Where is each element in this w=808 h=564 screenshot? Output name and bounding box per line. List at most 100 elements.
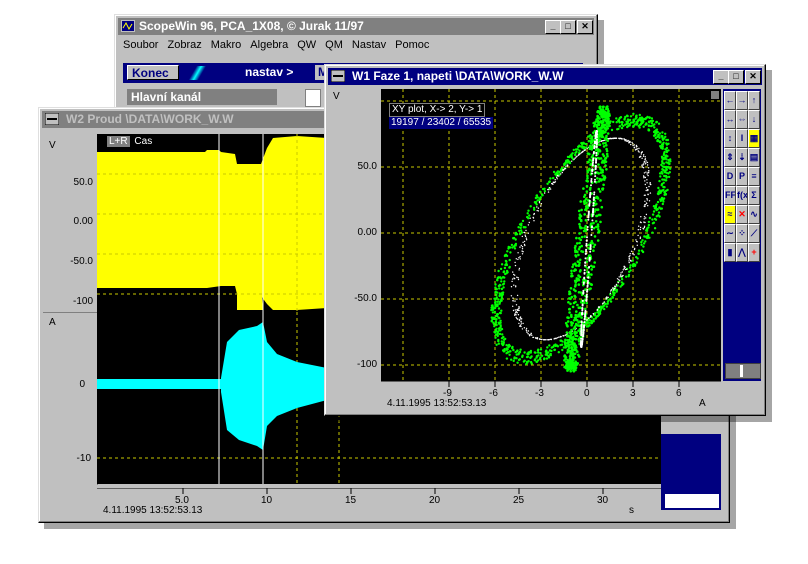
xy-point [590,178,593,180]
wave-yellow-icon[interactable]: ≈ [724,205,736,224]
xy-point [539,196,542,199]
xy-point [514,300,516,302]
menu-zobraz[interactable]: Zobraz [163,37,206,51]
xy-point [594,175,597,178]
xy-point [576,319,579,322]
xy-point [597,143,601,146]
channel-field[interactable] [305,89,321,107]
xy-point [516,294,519,297]
arrow-down-icon[interactable]: ↓ [748,110,760,129]
wave-multi-icon[interactable]: ∿ [748,205,760,224]
xy-point [523,327,526,329]
close-button[interactable]: ✕ [577,20,593,34]
window-icon[interactable] [45,113,59,125]
compress-vertical-icon[interactable]: ⇕ [724,148,736,167]
xy-info-line2: 19197 / 23402 / 65535 [389,117,494,129]
cursor-i-icon[interactable]: I [736,129,748,148]
xy-point [592,207,595,210]
arrow-left-icon[interactable]: ← [724,91,736,110]
xy-point [543,192,546,194]
xy-point [602,105,605,109]
arrow-up-icon[interactable]: ↑ [748,91,760,110]
xy-point [593,261,596,264]
displ-icon[interactable]: D [724,167,736,186]
xy-point [601,131,604,135]
xy-point [654,204,657,208]
maximize-button[interactable]: □ [560,20,576,34]
graph-icon[interactable]: ⟋ [748,224,760,243]
window-icon[interactable] [331,70,345,82]
slider-icon[interactable] [187,66,211,80]
slider-thumb[interactable] [740,365,743,377]
xy-point [587,276,590,279]
xy-point [590,184,592,187]
fx-icon[interactable]: f(x) [736,186,748,205]
xy-point [596,314,599,318]
wave-blue-icon[interactable]: ∼ [724,224,736,243]
xy-point [581,250,585,254]
xy-point [643,117,646,121]
main-titlebar[interactable]: ScopeWin 96, PCA_1X08, © Jurak 11/97 _ □… [118,18,594,35]
maximize-button[interactable]: □ [728,70,744,84]
xy-point [668,171,671,174]
app-icon[interactable] [121,20,135,32]
xy-point [570,313,573,317]
xy-point [536,196,539,199]
expand-vertical-icon[interactable]: ↕ [724,129,736,148]
w2-side-white[interactable] [665,494,719,508]
dots-icon[interactable]: ⁘ [736,224,748,243]
xy-point [665,176,668,179]
xy-point [584,227,587,231]
menu-qm[interactable]: QM [321,37,348,51]
xy-point [548,180,551,183]
menu-pomoc[interactable]: Pomoc [391,37,434,51]
minimize-button[interactable]: _ [545,20,561,34]
window-tile-icon[interactable]: ▤ [748,148,760,167]
fft-icon[interactable]: FFT [724,186,736,205]
xy-point [651,119,654,123]
menu-makro[interactable]: Makro [207,37,247,51]
w1-titlebar[interactable]: W1 Faze 1, napeti \DATA\WORK_W.W _ □ ✕ [328,68,762,85]
xy-point [595,130,598,133]
xy-point [628,140,630,142]
w1-toolbar-slider[interactable] [725,363,761,379]
w1-xy-plot[interactable]: XY plot, X-> 2, Y-> 1 19197 / 23402 / 65… [381,89,721,381]
xy-point [595,152,598,155]
xy-point [645,171,647,173]
xy-point [586,160,590,164]
compress-horizontal-icon[interactable]: ⇔ [736,110,748,129]
printer-icon[interactable]: P [736,167,748,186]
menu-algebra[interactable]: Algebra [246,37,293,51]
compress-vertical-2-icon[interactable]: ⇣ [736,148,748,167]
peak-icon[interactable]: ⋀ [736,243,748,262]
cross-red-icon[interactable]: ✕ [736,205,748,224]
minimize-button[interactable]: _ [713,70,729,84]
xy-point [510,286,513,288]
arrow-right-icon[interactable]: → [736,91,748,110]
menu-qw[interactable]: QW [293,37,321,51]
plus-red-icon[interactable]: + [748,243,760,262]
table-icon[interactable]: ≡ [748,167,760,186]
xy-point [538,201,541,203]
menu-nastav[interactable]: Nastav [348,37,391,51]
xy-point [617,282,619,284]
sigma-icon[interactable]: Σ [748,186,760,205]
bars-icon[interactable]: ▮ [724,243,736,262]
close-button[interactable]: ✕ [745,70,761,84]
xy-point [512,305,514,307]
xy-point [496,330,499,334]
plot-corner-button[interactable] [711,91,719,99]
xy-point [522,226,525,229]
nastav-button[interactable]: nastav > [245,65,293,79]
xy-point [595,214,598,218]
xy-point [579,269,582,272]
xy-point [566,155,570,159]
xy-point [564,366,568,370]
expand-horizontal-icon[interactable]: ↔ [724,110,736,129]
xy-point [621,138,623,140]
xy-point [578,261,581,264]
grid-yellow-icon[interactable]: ▦ [748,129,760,148]
xy-point [653,123,656,126]
konec-button[interactable]: Konec [127,65,179,80]
menu-soubor[interactable]: Soubor [119,37,163,51]
